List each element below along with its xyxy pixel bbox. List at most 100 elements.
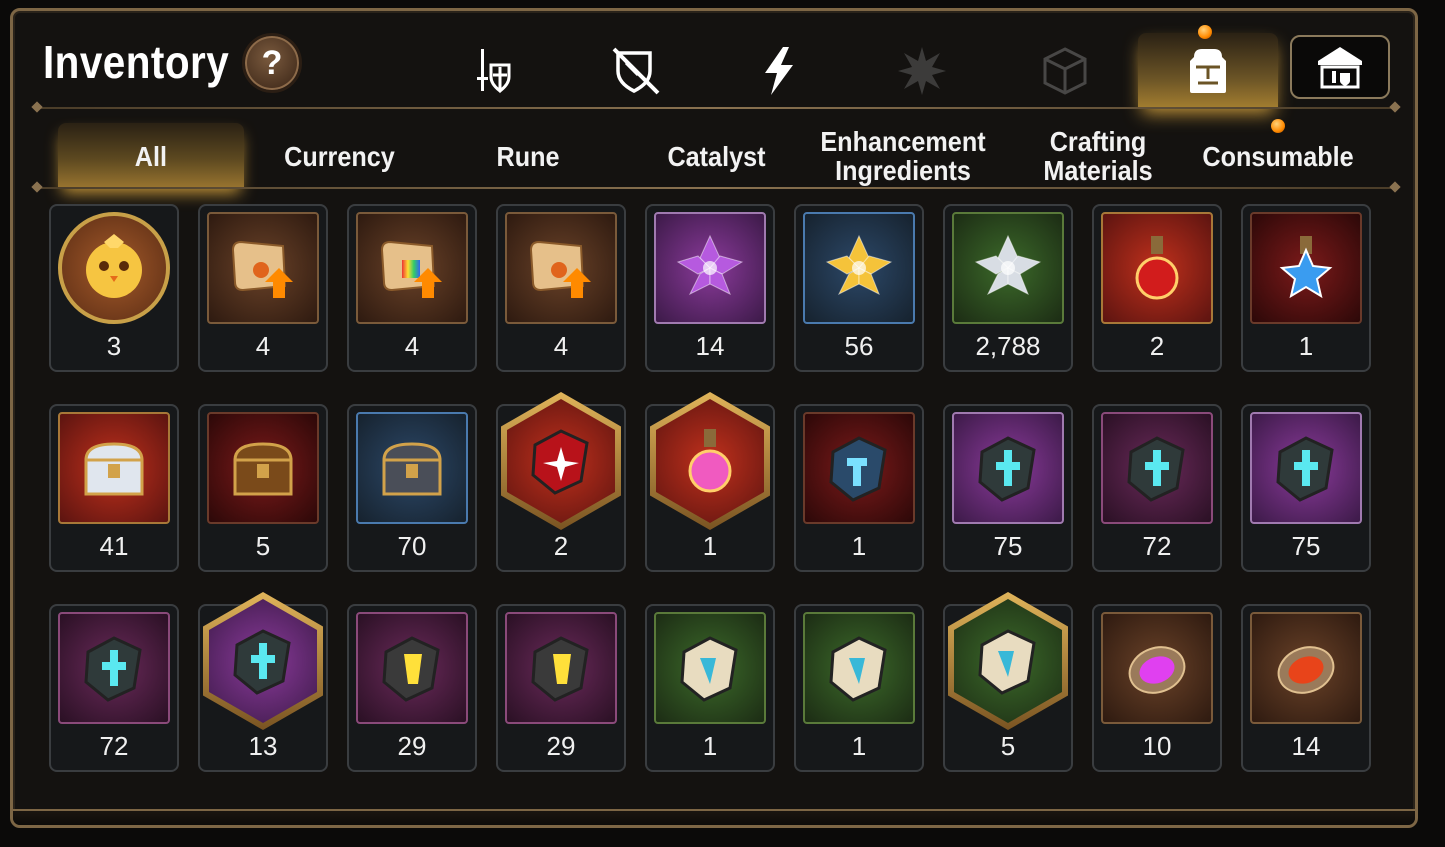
item-slot[interactable]: 1 bbox=[645, 392, 775, 572]
item-slot[interactable]: 70 bbox=[347, 404, 477, 572]
guild-hall-icon bbox=[1318, 47, 1362, 89]
tab-rune[interactable]: Rune bbox=[435, 123, 621, 189]
item-quantity: 1 bbox=[702, 731, 718, 761]
item-slot[interactable]: 4 bbox=[347, 204, 477, 372]
item-quantity: 10 bbox=[1142, 731, 1172, 761]
tab-consumable[interactable]: Consumable bbox=[1185, 119, 1371, 189]
item-slot[interactable]: 2,788 bbox=[943, 204, 1073, 372]
item-quantity: 13 bbox=[248, 731, 278, 761]
sword-shield-icon bbox=[477, 49, 511, 94]
item-quantity: 5 bbox=[1000, 731, 1016, 761]
tab-catalyst[interactable]: Catalyst bbox=[623, 123, 809, 189]
item-quantity: 2,788 bbox=[975, 331, 1041, 361]
backpack-icon bbox=[1190, 49, 1226, 93]
tab-gear-break[interactable] bbox=[566, 33, 706, 109]
tab-backpack[interactable] bbox=[1138, 25, 1278, 109]
item-slot[interactable]: 72 bbox=[1092, 404, 1222, 572]
item-slot[interactable]: 14 bbox=[645, 204, 775, 372]
item-slot[interactable]: 29 bbox=[347, 604, 477, 772]
page-title: Inventory bbox=[43, 36, 230, 88]
item-slot[interactable]: 56 bbox=[794, 204, 924, 372]
tab-emblem[interactable] bbox=[852, 33, 992, 109]
item-quantity: 75 bbox=[1291, 531, 1321, 561]
dark-chest-icon bbox=[356, 412, 468, 524]
silver-chest-icon bbox=[58, 412, 170, 524]
tab-currency[interactable]: Currency bbox=[246, 123, 432, 189]
item-slot-partial[interactable] bbox=[794, 811, 924, 825]
sword-rune-stone-icon bbox=[952, 412, 1064, 524]
tab-enhancement-ingredients[interactable]: Enhancement Ingredients bbox=[808, 123, 998, 189]
item-quantity: 4 bbox=[255, 331, 271, 361]
rainbow-scroll-upgrade-icon bbox=[356, 212, 468, 324]
item-quantity: 41 bbox=[99, 531, 129, 561]
header-divider bbox=[37, 107, 1395, 109]
burst-emblem-icon bbox=[898, 47, 946, 95]
notification-dot bbox=[1271, 119, 1285, 133]
notification-dot bbox=[1198, 25, 1212, 39]
item-slot[interactable]: 2 bbox=[1092, 204, 1222, 372]
item-slot-partial[interactable] bbox=[943, 811, 1073, 825]
tab-equipment[interactable] bbox=[423, 33, 563, 109]
item-slot[interactable]: 4 bbox=[496, 204, 626, 372]
item-quantity: 56 bbox=[844, 331, 874, 361]
item-slot[interactable]: 1 bbox=[794, 404, 924, 572]
hammer-rune-icon bbox=[803, 412, 915, 524]
item-quantity: 70 bbox=[397, 531, 427, 561]
lava-orb-icon bbox=[1250, 612, 1362, 724]
item-slot[interactable]: 13 bbox=[198, 592, 328, 772]
item-slot-partial[interactable] bbox=[1092, 811, 1222, 825]
item-slot[interactable]: 75 bbox=[1241, 404, 1371, 572]
item-quantity: 1 bbox=[851, 531, 867, 561]
item-quantity: 1 bbox=[851, 731, 867, 761]
hammer-rune-stone-icon bbox=[356, 612, 468, 724]
sword-pale-stone-icon bbox=[654, 612, 766, 724]
item-slot-partial[interactable] bbox=[198, 811, 328, 825]
item-quantity: 1 bbox=[1298, 331, 1314, 361]
item-slot[interactable]: 1 bbox=[794, 604, 924, 772]
tab-cube[interactable] bbox=[995, 33, 1135, 109]
lightning-icon bbox=[765, 47, 793, 95]
slash-rune-stone-icon bbox=[505, 612, 617, 724]
item-slot[interactable]: 72 bbox=[49, 604, 179, 772]
wooden-chest-icon bbox=[207, 412, 319, 524]
item-slot-partial[interactable] bbox=[347, 811, 477, 825]
chick-mascot-icon bbox=[58, 212, 170, 324]
silver-crystal-flower-icon bbox=[952, 212, 1064, 324]
item-slot[interactable]: 5 bbox=[198, 404, 328, 572]
item-slot[interactable]: 3 bbox=[49, 204, 179, 372]
item-slot[interactable]: 1 bbox=[1241, 204, 1371, 372]
item-quantity: 14 bbox=[695, 331, 725, 361]
guild-button[interactable] bbox=[1290, 35, 1390, 99]
item-quantity: 14 bbox=[1291, 731, 1321, 761]
item-slot[interactable]: 41 bbox=[49, 404, 179, 572]
item-slot[interactable]: 29 bbox=[496, 604, 626, 772]
item-slot[interactable]: 2 bbox=[496, 392, 626, 572]
item-slot[interactable]: 75 bbox=[943, 404, 1073, 572]
purple-orb-icon bbox=[1101, 612, 1213, 724]
item-slot[interactable]: 10 bbox=[1092, 604, 1222, 772]
help-button[interactable]: ? bbox=[242, 33, 302, 93]
item-slot[interactable]: 4 bbox=[198, 204, 328, 372]
item-slot[interactable]: 14 bbox=[1241, 604, 1371, 772]
scroll-upgrade-icon bbox=[207, 212, 319, 324]
item-quantity: 4 bbox=[404, 331, 420, 361]
tab-crafting-materials[interactable]: Crafting Materials bbox=[1005, 123, 1191, 189]
item-quantity: 72 bbox=[1142, 531, 1172, 561]
sub-tab-bar: All Currency Rune Catalyst Enhancement I… bbox=[13, 119, 1415, 189]
item-slot[interactable]: 1 bbox=[645, 604, 775, 772]
item-slot-partial[interactable] bbox=[1241, 811, 1371, 825]
item-quantity: 2 bbox=[1149, 331, 1165, 361]
purple-crystal-flower-icon bbox=[654, 212, 766, 324]
subtab-divider bbox=[37, 187, 1395, 189]
broken-shield-icon bbox=[612, 47, 660, 95]
item-slot-partial[interactable] bbox=[49, 811, 179, 825]
item-quantity: 1 bbox=[702, 531, 718, 561]
item-slot[interactable]: 5 bbox=[943, 592, 1073, 772]
tab-skills[interactable] bbox=[709, 33, 849, 109]
blue-star-potion-icon bbox=[1250, 212, 1362, 324]
scroll-upgrade-icon bbox=[505, 212, 617, 324]
item-slot-partial[interactable] bbox=[645, 811, 775, 825]
tab-all[interactable]: All bbox=[58, 123, 244, 189]
spiral-rune-stone-icon bbox=[1101, 412, 1213, 524]
item-slot-partial[interactable] bbox=[496, 811, 626, 825]
